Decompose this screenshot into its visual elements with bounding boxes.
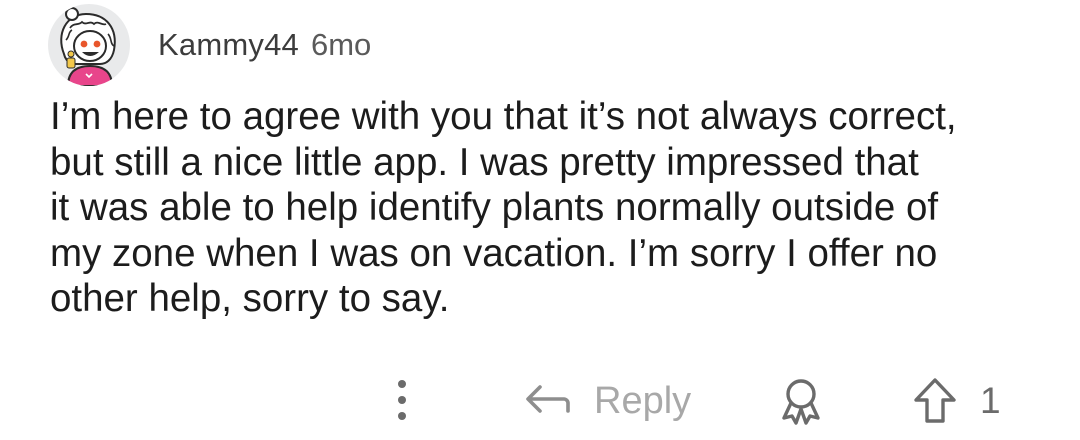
award-icon (782, 379, 820, 425)
vote-count: 1 (980, 380, 1001, 421)
comment-age: 6mo (310, 27, 372, 62)
username[interactable]: Kammy44 (158, 27, 299, 63)
avatar[interactable] (48, 4, 130, 86)
vertical-dots-icon-dot (398, 396, 406, 404)
comment-actions: Reply 1 (0, 366, 1080, 436)
reply-label: Reply (594, 379, 692, 422)
vertical-dots-icon-dot (398, 412, 406, 420)
more-options-button[interactable] (382, 370, 422, 430)
reply-button[interactable]: Reply (520, 370, 691, 432)
vertical-dots-icon (398, 380, 406, 388)
upvote-button[interactable] (912, 376, 958, 426)
avatar-illustration (60, 7, 116, 86)
comment: Kammy44 6mo I’m here to agree with you t… (0, 0, 1080, 440)
award-button[interactable] (776, 376, 826, 426)
reply-arrow-icon (526, 385, 570, 413)
upvote-arrow-icon (914, 378, 956, 423)
comment-body: I’m here to agree with you that it’s not… (50, 95, 957, 320)
comment-header: Kammy44 6mo (48, 4, 371, 86)
